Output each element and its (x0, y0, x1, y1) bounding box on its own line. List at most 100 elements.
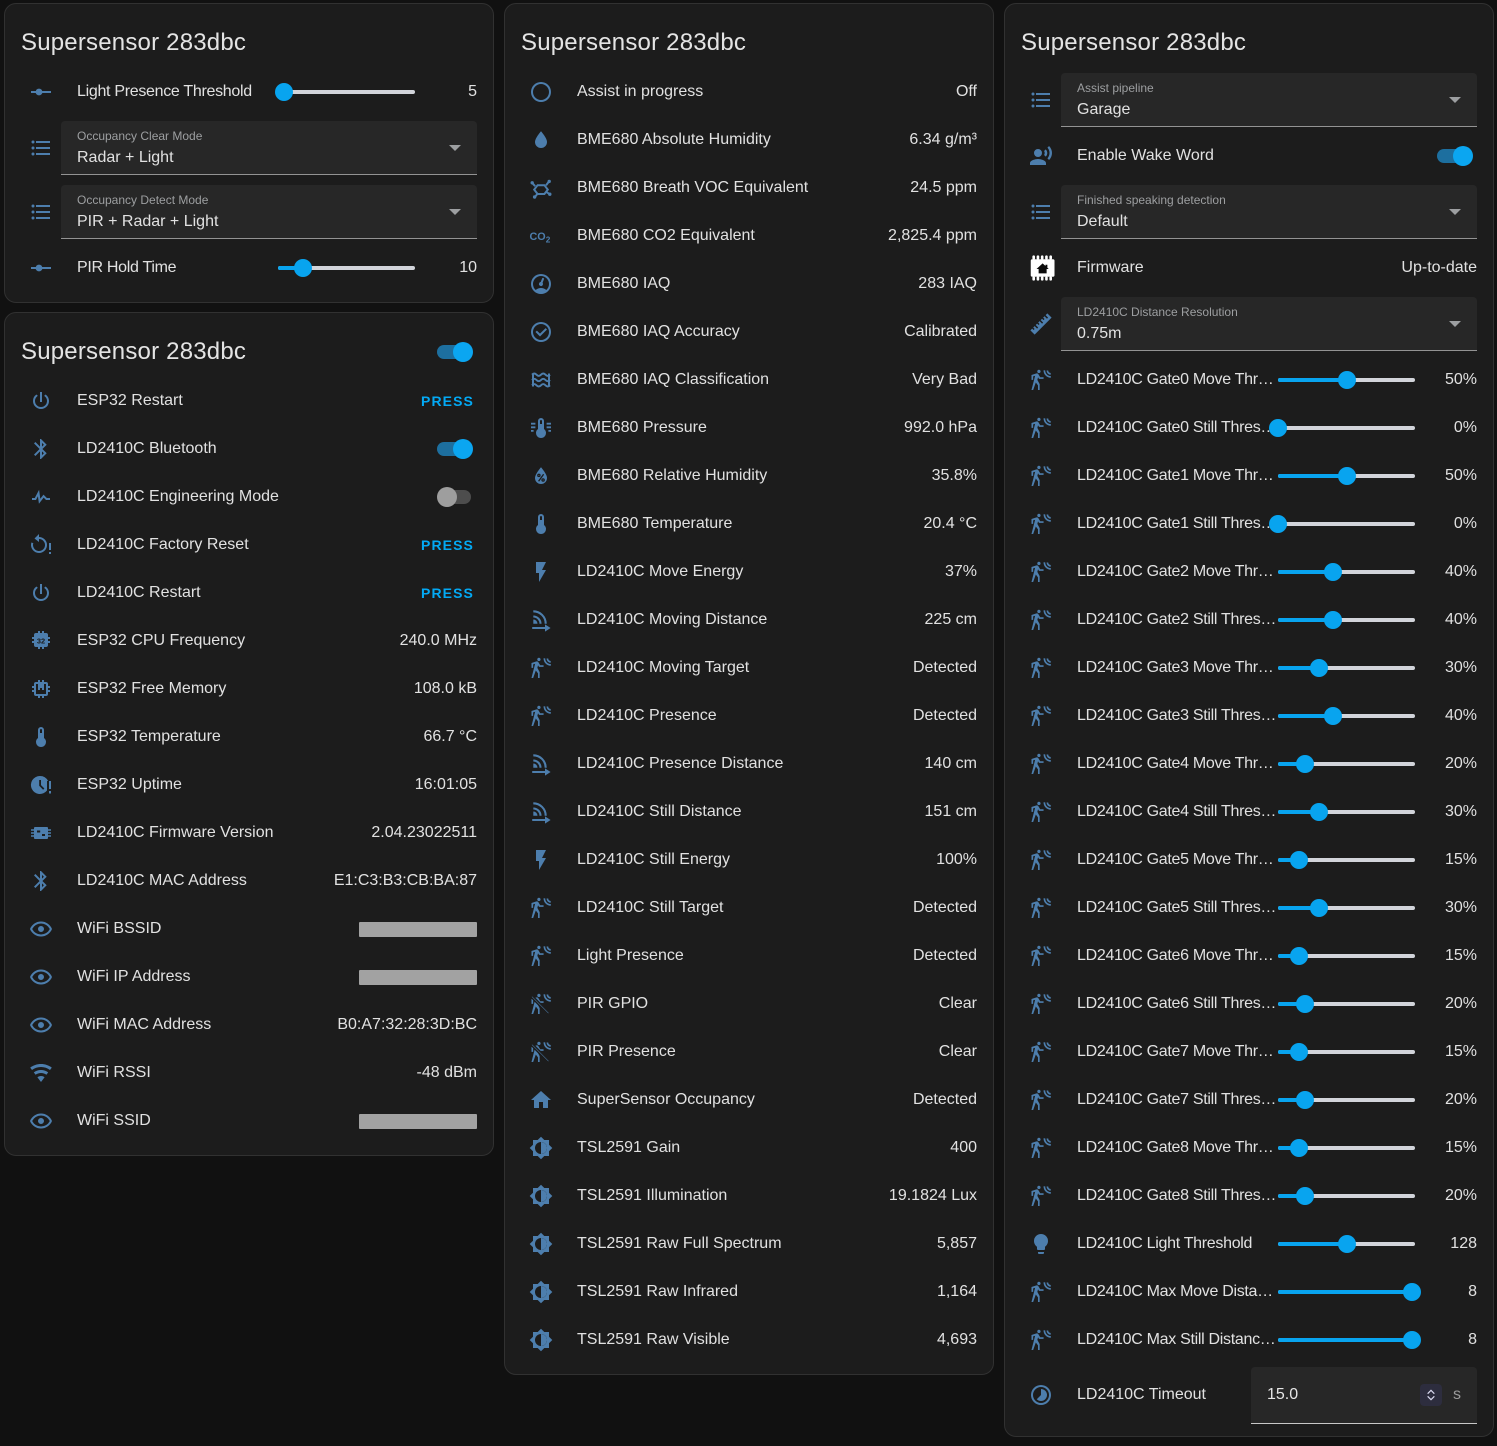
toggle-ld2410c-bluetooth[interactable] (437, 439, 473, 459)
toggle-ld2410c-engineering-mode[interactable] (437, 487, 473, 507)
slider-knob[interactable] (1324, 707, 1342, 725)
slider-knob[interactable] (1296, 755, 1314, 773)
row-ld2410c-gate3-move-thr: LD2410C Gate3 Move Thr…30% (1005, 644, 1493, 692)
motion-sensor-icon (1029, 512, 1053, 536)
slider-ld2410c-gate0-still-thres[interactable] (1278, 404, 1415, 452)
slider-value: 5 (415, 83, 477, 101)
slider-knob[interactable] (1324, 611, 1342, 629)
select-finished-speaking-detection[interactable]: Finished speaking detectionDefault (1061, 185, 1477, 239)
number-value: 15.0 (1267, 1386, 1420, 1404)
select-occupancy-detect-mode[interactable]: Occupancy Detect ModePIR + Radar + Light (61, 185, 477, 239)
row-pir-gpio: PIR GPIOClear (505, 980, 993, 1028)
slider-knob[interactable] (1310, 899, 1328, 917)
select-occupancy-clear-mode[interactable]: Occupancy Clear ModeRadar + Light (61, 121, 477, 175)
slider-ld2410c-gate6-move-thr[interactable] (1278, 932, 1415, 980)
slider-knob[interactable] (1269, 515, 1287, 533)
chevron-down-icon (449, 145, 461, 151)
slider-ld2410c-gate2-move-thr[interactable] (1278, 548, 1415, 596)
slider-knob[interactable] (1269, 419, 1287, 437)
select-assist-pipeline[interactable]: Assist pipelineGarage (1061, 73, 1477, 127)
row-label: LD2410C Gate8 Still Thres… (1077, 1187, 1278, 1205)
slider-value: 20% (1415, 995, 1477, 1013)
water-percent-icon (529, 464, 553, 488)
select-value: Default (1077, 210, 1429, 234)
header-toggle[interactable] (437, 342, 473, 362)
slider-knob[interactable] (1338, 1235, 1356, 1253)
row-ld2410c-gate4-move-thr: LD2410C Gate4 Move Thr…20% (1005, 740, 1493, 788)
number-unit: s (1453, 1386, 1461, 1404)
slider-ld2410c-gate8-still-thres[interactable] (1278, 1172, 1415, 1220)
slider-ld2410c-gate8-move-thr[interactable] (1278, 1124, 1415, 1172)
row-firmware: FirmwareUp-to-date (1005, 244, 1493, 292)
slider-knob[interactable] (275, 83, 293, 101)
slider-ld2410c-gate4-still-thres[interactable] (1278, 788, 1415, 836)
slider-value: 10 (415, 259, 477, 277)
slider-ld2410c-gate7-move-thr[interactable] (1278, 1028, 1415, 1076)
slider-knob[interactable] (1324, 563, 1342, 581)
slider-value: 15% (1415, 947, 1477, 965)
slider-fill (1278, 1338, 1412, 1342)
slider-knob[interactable] (1338, 467, 1356, 485)
thermometer-lines-icon (529, 416, 553, 440)
ruler-icon (1029, 312, 1053, 336)
row-value: 19.1824 Lux (889, 1187, 977, 1205)
select-ld2410c-distance-resolution[interactable]: LD2410C Distance Resolution0.75m (1061, 297, 1477, 351)
row-supersensor-occupancy: SuperSensor OccupancyDetected (505, 1076, 993, 1124)
slider-light-presence-threshold[interactable] (278, 68, 415, 116)
bluetooth-icon (29, 869, 53, 893)
slider-ld2410c-gate1-still-thres[interactable] (1278, 500, 1415, 548)
motion-sensor-icon (1029, 656, 1053, 680)
row-ld2410c-gate2-move-thr: LD2410C Gate2 Move Thr…40% (1005, 548, 1493, 596)
eye-icon (29, 1013, 53, 1037)
circle-outline-icon (529, 80, 553, 104)
slider-knob[interactable] (1338, 371, 1356, 389)
row-label: LD2410C Bluetooth (77, 440, 437, 458)
card-header: Supersensor 283dbc (5, 4, 493, 68)
slider-ld2410c-light-threshold[interactable] (1278, 1220, 1415, 1268)
row-tsl2591-raw-visible: TSL2591 Raw Visible4,693 (505, 1316, 993, 1364)
motion-sensor-icon (1029, 608, 1053, 632)
slider-knob[interactable] (1296, 1187, 1314, 1205)
slider-knob[interactable] (294, 259, 312, 277)
card-header: Supersensor 283dbc (5, 313, 493, 377)
slider-ld2410c-gate5-move-thr[interactable] (1278, 836, 1415, 884)
slider-knob[interactable] (1310, 803, 1328, 821)
row-label: BME680 IAQ (577, 275, 918, 293)
row-label: PIR GPIO (577, 995, 939, 1013)
press-button[interactable]: PRESS (421, 585, 474, 601)
press-button[interactable]: PRESS (421, 393, 474, 409)
press-button[interactable]: PRESS (421, 537, 474, 553)
slider-ld2410c-max-move-dista[interactable] (1278, 1268, 1415, 1316)
slider-ld2410c-gate7-still-thres[interactable] (1278, 1076, 1415, 1124)
slider-ld2410c-gate2-still-thres[interactable] (1278, 596, 1415, 644)
slider-knob[interactable] (1296, 995, 1314, 1013)
row-value: 140 cm (925, 755, 977, 773)
slider-ld2410c-gate5-still-thres[interactable] (1278, 884, 1415, 932)
stepper-icon[interactable] (1420, 1384, 1442, 1406)
row-pir-presence: PIR PresenceClear (505, 1028, 993, 1076)
slider-knob[interactable] (1290, 851, 1308, 869)
slider-ld2410c-gate0-move-thr[interactable] (1278, 356, 1415, 404)
row-label: LD2410C Move Energy (577, 563, 945, 581)
slider-ld2410c-max-still-distanc[interactable] (1278, 1316, 1415, 1364)
slider-ld2410c-gate4-move-thr[interactable] (1278, 740, 1415, 788)
row-label: BME680 Breath VOC Equivalent (577, 179, 910, 197)
slider-ld2410c-gate1-move-thr[interactable] (1278, 452, 1415, 500)
number-input[interactable]: 15.0 s (1251, 1367, 1477, 1424)
slider-knob[interactable] (1290, 1139, 1308, 1157)
slider-knob[interactable] (1290, 1043, 1308, 1061)
row-esp32-cpu-frequency: 32ESP32 CPU Frequency240.0 MHz (5, 617, 493, 665)
slider-knob[interactable] (1296, 1091, 1314, 1109)
slider-ld2410c-gate3-still-thres[interactable] (1278, 692, 1415, 740)
row-label: LD2410C Gate5 Still Thres… (1077, 899, 1278, 917)
slider-knob[interactable] (1290, 947, 1308, 965)
slider-pir-hold-time[interactable] (278, 244, 415, 292)
column-0: Supersensor 283dbcLight Presence Thresho… (4, 3, 494, 1165)
toggle-enable-wake-word[interactable] (1437, 146, 1473, 166)
slider-ld2410c-gate6-still-thres[interactable] (1278, 980, 1415, 1028)
brightness-icon (529, 1232, 553, 1256)
motion-sensor-icon (1029, 464, 1053, 488)
slider-ld2410c-gate3-move-thr[interactable] (1278, 644, 1415, 692)
slider-knob[interactable] (1310, 659, 1328, 677)
row-ld2410c-gate5-move-thr: LD2410C Gate5 Move Thr…15% (1005, 836, 1493, 884)
